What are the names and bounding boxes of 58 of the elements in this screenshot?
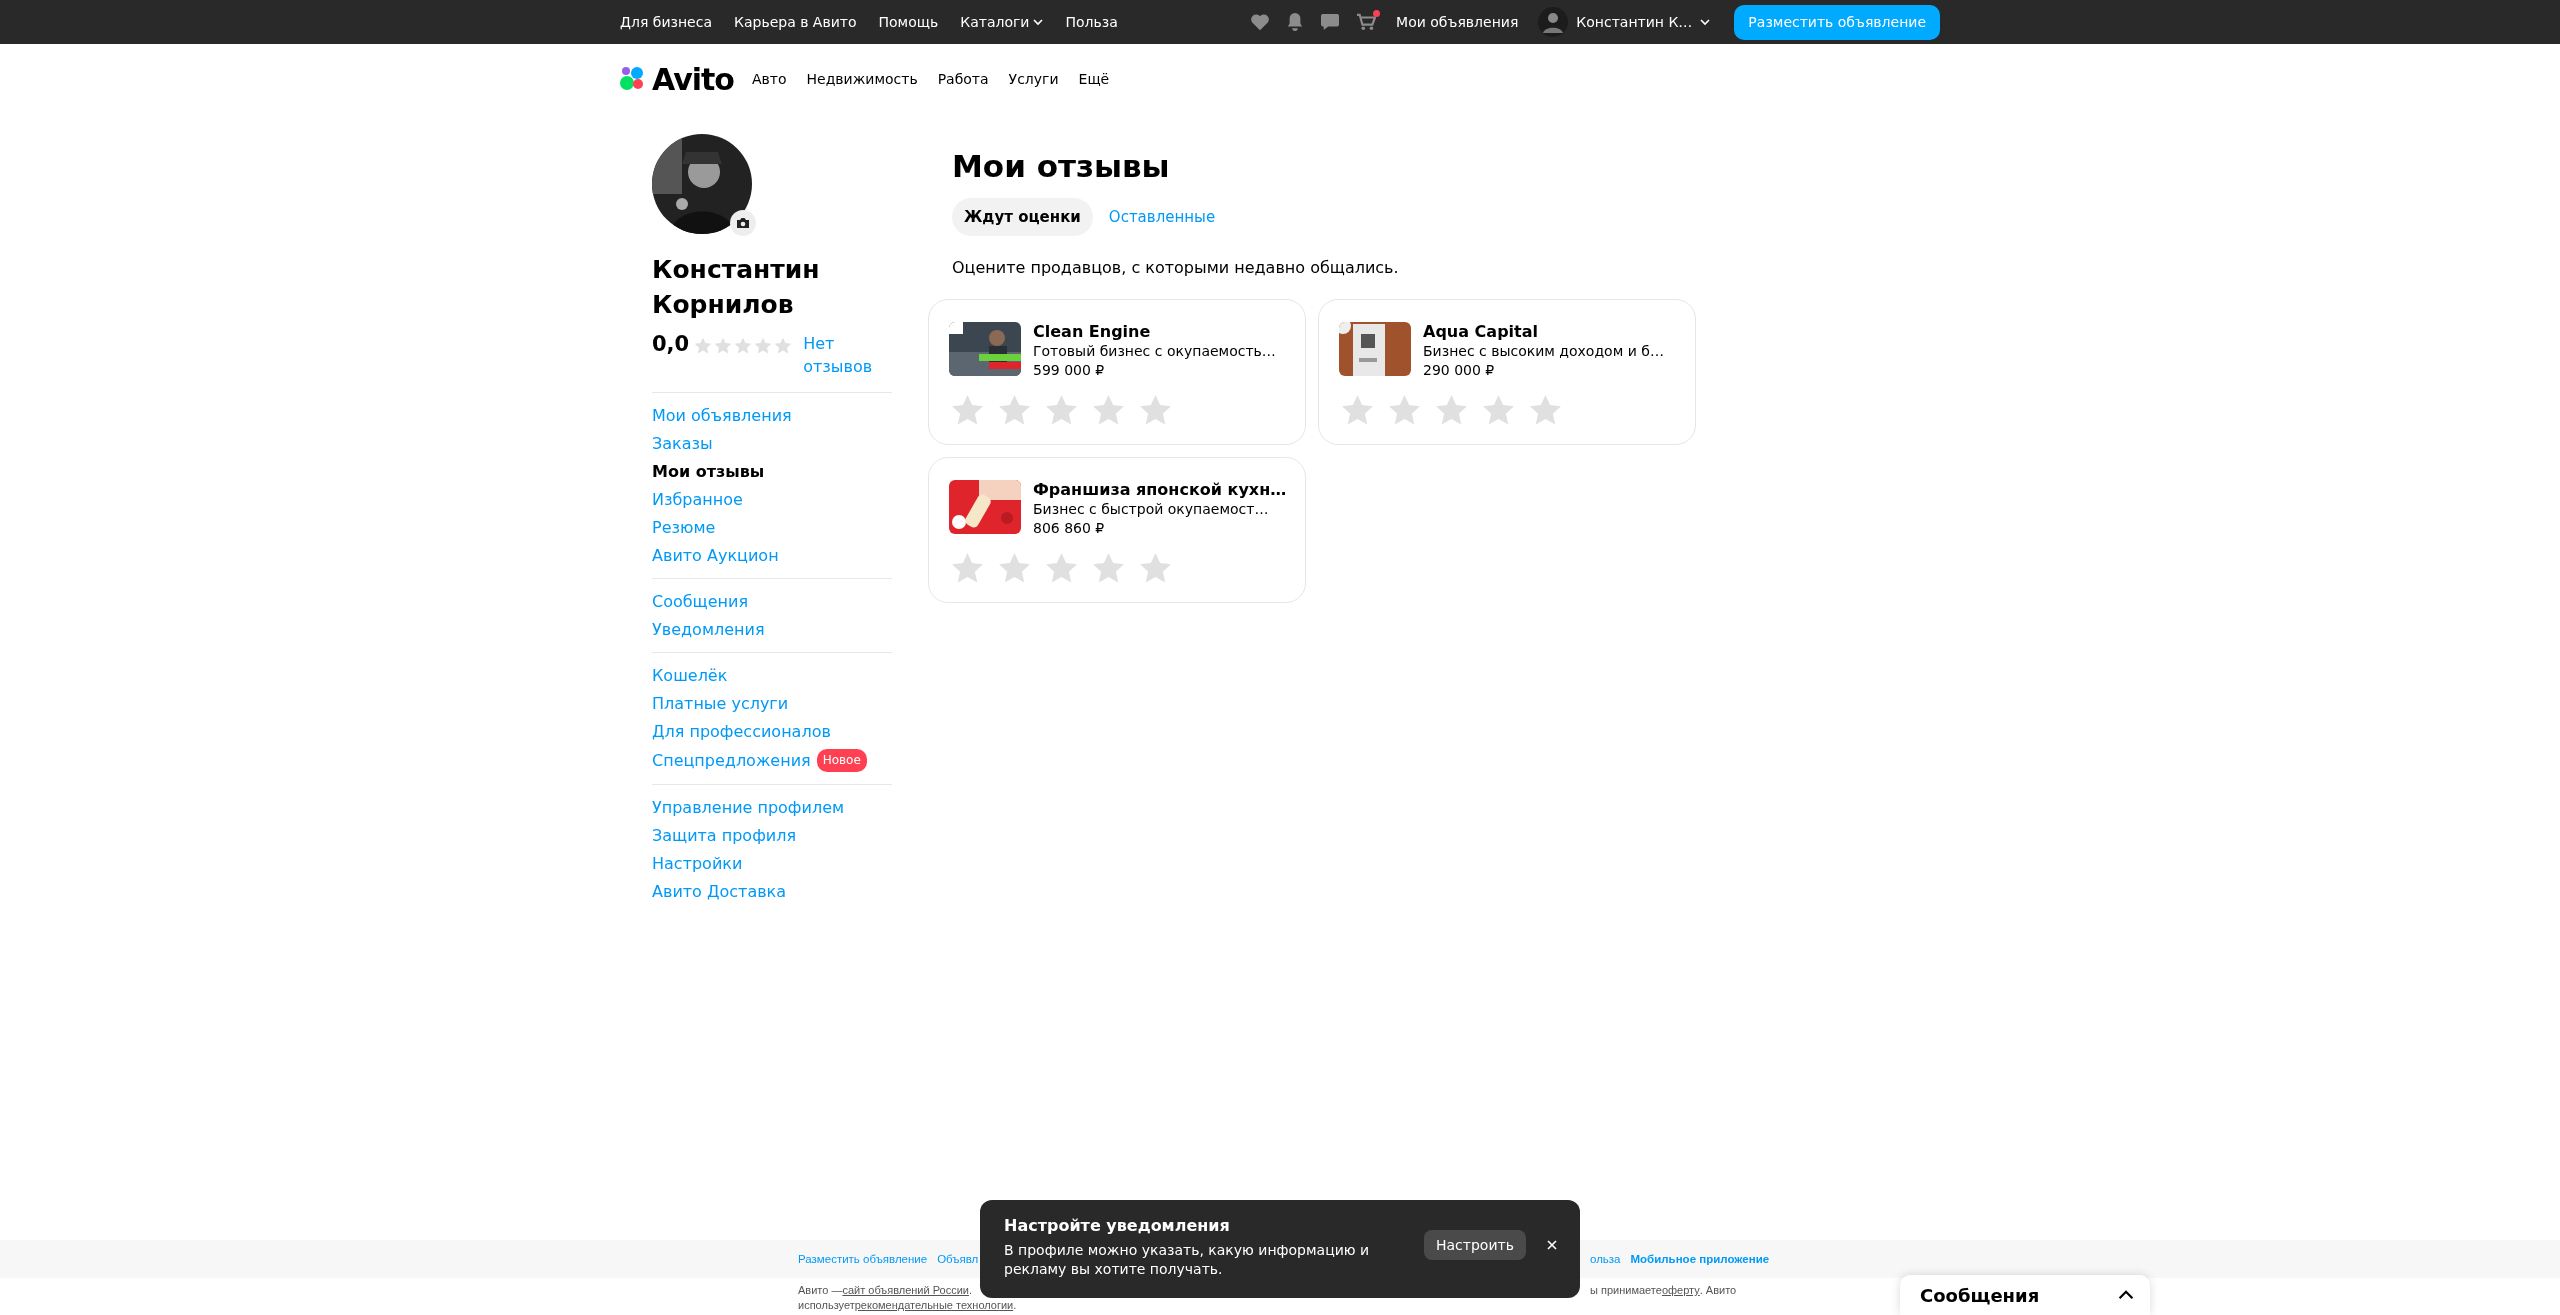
category-link[interactable]: Работа bbox=[937, 71, 989, 87]
star-icon bbox=[713, 336, 734, 356]
close-icon[interactable] bbox=[1545, 1239, 1558, 1251]
star-icon bbox=[733, 336, 754, 356]
avatar-icon bbox=[1538, 7, 1569, 37]
category-link[interactable]: Услуги bbox=[1008, 71, 1059, 87]
my-ads-link[interactable]: Мои объявления bbox=[1396, 14, 1519, 30]
tab[interactable]: Ждут оценки bbox=[952, 198, 1093, 236]
rating-value: 0,0 bbox=[652, 332, 690, 356]
legal-text: Авито — bbox=[798, 1284, 843, 1296]
legal-link[interactable]: сайт объявлений России bbox=[842, 1284, 969, 1296]
card-subtitle: Готовый бизнес с окупаемость… bbox=[1033, 343, 1276, 359]
heart-icon[interactable] bbox=[1250, 13, 1271, 31]
logo-dots-icon bbox=[620, 66, 646, 92]
legal-text: . bbox=[969, 1284, 973, 1296]
page-title: Мои отзывы bbox=[952, 148, 1171, 184]
star-icon bbox=[753, 336, 774, 356]
top-nav-link[interactable]: Каталоги bbox=[960, 14, 1044, 30]
legal-text: . bbox=[1013, 1299, 1017, 1311]
chevron-icon bbox=[1700, 17, 1711, 27]
legal-text: ы принимаете bbox=[1590, 1284, 1662, 1296]
star-icon bbox=[693, 336, 714, 356]
cart-icon[interactable] bbox=[1356, 13, 1377, 31]
toast-text: В профиле можно указать, какую информацию и рекламу вы хотите получать. bbox=[1004, 1241, 1371, 1279]
legal-link[interactable]: оферту bbox=[1661, 1284, 1700, 1296]
card-subtitle: Бизнес с высоким доходом и б… bbox=[1423, 343, 1664, 359]
chevron-icon bbox=[1033, 17, 1044, 27]
messages-panel[interactable]: Сообщения bbox=[1900, 1275, 2150, 1315]
category-link[interactable]: Авто bbox=[751, 71, 787, 87]
card-title[interactable]: Франшиза японской кухн… bbox=[1033, 480, 1287, 499]
logo[interactable]: Avito bbox=[652, 61, 734, 97]
top-nav-link[interactable]: Польза bbox=[1065, 14, 1118, 30]
hint-text: Оцените продавцов, с которыми недавно общались. bbox=[952, 258, 1400, 277]
legal-text: . Авито bbox=[1699, 1284, 1737, 1296]
card-title[interactable]: Aqua Capital bbox=[1423, 322, 1664, 341]
card-subtitle: Бизнес с быстрой окупаемост… bbox=[1033, 501, 1270, 517]
card-price: 290 000 ₽ bbox=[1423, 362, 1496, 378]
category-link[interactable]: Ещё bbox=[1078, 71, 1110, 87]
camera-icon bbox=[736, 217, 750, 229]
star-icon bbox=[773, 336, 794, 356]
card-title[interactable]: Clean Engine bbox=[1033, 322, 1276, 341]
top-nav-link[interactable]: Для бизнеса bbox=[620, 14, 712, 30]
profile-name: Константин Корнилов bbox=[652, 254, 821, 321]
card-price: 599 000 ₽ bbox=[1033, 362, 1106, 378]
bell-icon[interactable] bbox=[1286, 12, 1305, 32]
menu-item[interactable]: Мои отзывы bbox=[652, 461, 892, 482]
top-nav-link[interactable]: Карьера в Авито bbox=[734, 14, 857, 30]
new-badge: Новое bbox=[816, 749, 867, 772]
legal-text: использует bbox=[798, 1299, 855, 1311]
top-nav-link[interactable]: Помощь bbox=[878, 14, 939, 30]
toast-title: Настройте уведомления bbox=[1004, 1216, 1231, 1235]
user-menu[interactable]: Константин К… bbox=[1538, 7, 1711, 37]
chat-icon[interactable] bbox=[1320, 13, 1341, 31]
category-link[interactable]: Недвижимость bbox=[806, 71, 918, 87]
card-price: 806 860 ₽ bbox=[1033, 520, 1106, 536]
setup-button[interactable]: Настроить bbox=[1424, 1230, 1526, 1260]
camera-button[interactable] bbox=[730, 210, 756, 236]
messages-title: Сообщения bbox=[1920, 1284, 2040, 1306]
